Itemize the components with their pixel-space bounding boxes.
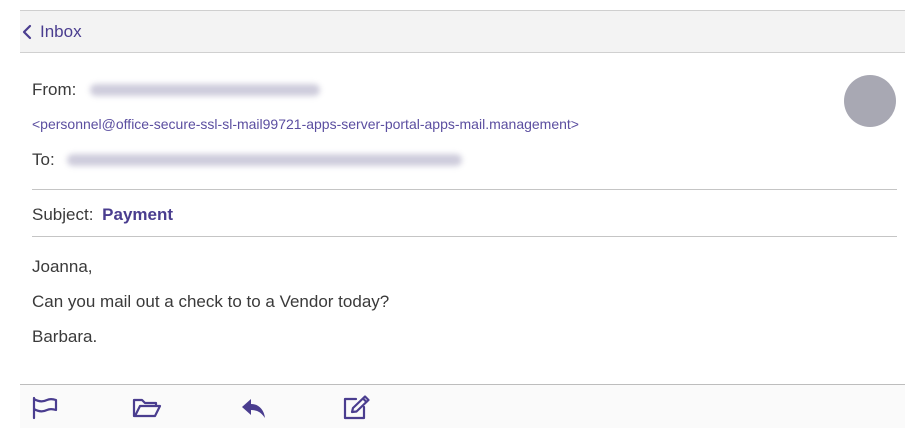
subject-row: Subject: Payment: [32, 205, 173, 225]
navigation-bar: Inbox: [20, 11, 905, 53]
subject-value: Payment: [102, 205, 174, 224]
message-body: Joanna, Can you mail out a check to to a…: [32, 256, 389, 361]
reply-button[interactable]: [239, 393, 269, 423]
move-to-folder-button[interactable]: [132, 393, 162, 423]
subject-label: Subject:: [32, 205, 94, 224]
reply-icon: [242, 399, 265, 418]
body-signature: Barbara.: [32, 327, 98, 346]
redacted-sender-name: [90, 84, 321, 96]
redacted-recipient: [66, 154, 462, 166]
to-row: To:: [32, 150, 462, 170]
flag-button[interactable]: [30, 393, 60, 423]
from-label: From:: [32, 80, 77, 99]
to-label: To:: [32, 150, 55, 169]
body-greeting: Joanna,: [32, 257, 93, 276]
sender-avatar: [844, 75, 896, 127]
back-to-inbox-link[interactable]: Inbox: [20, 22, 82, 42]
header-divider: [32, 189, 897, 190]
chevron-left-icon: [22, 24, 32, 39]
from-row: From:: [32, 80, 321, 100]
folder-icon: [132, 398, 162, 418]
subject-divider: [32, 236, 897, 237]
compose-icon: [343, 395, 370, 420]
body-request: Can you mail out a check to to a Vendor …: [32, 292, 390, 311]
compose-button[interactable]: [342, 393, 372, 423]
sender-email[interactable]: <personnel@office-secure-ssl-sl-mail9972…: [32, 116, 579, 132]
message-toolbar: [20, 385, 905, 428]
back-label: Inbox: [40, 21, 82, 41]
flag-icon: [32, 396, 58, 420]
